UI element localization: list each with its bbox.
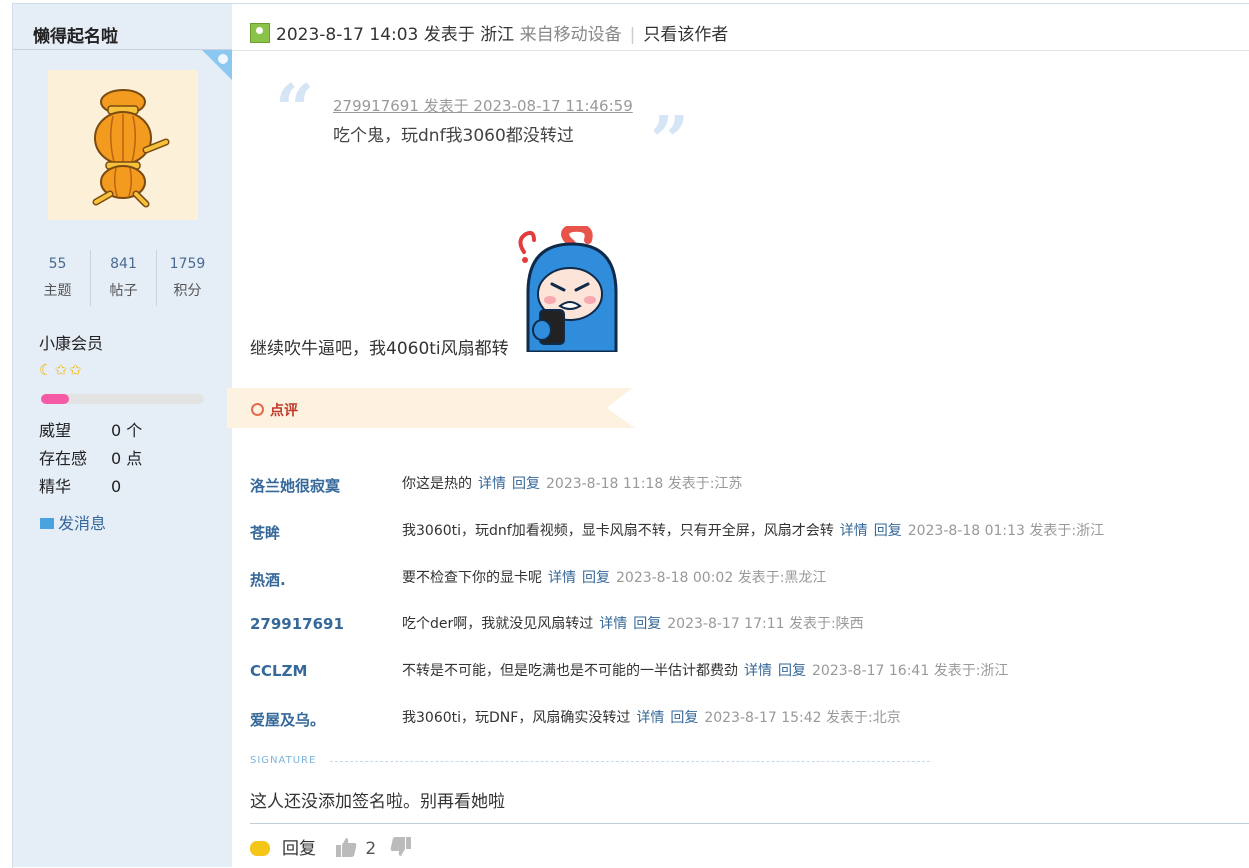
info-key: 精华: [39, 477, 72, 496]
sticker-image: [512, 226, 630, 352]
reply-label: 回复: [282, 839, 316, 859]
comment-body: 吃个der啊，我就没见风扇转过 详情 回复 2023-8-17 17:11 发表于:陕…: [402, 613, 864, 633]
author-name[interactable]: 懒得起名啦: [33, 22, 118, 47]
stat-threads[interactable]: 55 主题: [25, 250, 90, 306]
member-rank[interactable]: 小康会员: [39, 330, 103, 354]
angry-phone-sticker-icon: [518, 226, 618, 352]
post-time: 2023-8-17 14:03 发表于 浙江: [276, 25, 515, 45]
stat-value: 55: [48, 256, 67, 272]
comment-detail-link[interactable]: 详情: [636, 710, 664, 726]
signature-divider: [330, 761, 930, 762]
pumpkin-mascot-icon: [92, 89, 170, 208]
comment-text: 要不检查下你的显卡呢: [402, 570, 542, 586]
stat-label: 帖子: [109, 283, 138, 299]
comment-body: 要不检查下你的显卡呢 详情 回复 2023-8-18 00:02 发表于:黑龙江: [402, 567, 826, 587]
info-value: 0: [111, 477, 122, 496]
send-message-label: 发消息: [58, 514, 107, 533]
stat-posts[interactable]: 841 帖子: [90, 250, 157, 306]
post-body-text: 继续吹牛逼吧，我4060ti风扇都转: [250, 339, 509, 359]
comment-user-link[interactable]: 爱屋及乌。: [250, 709, 325, 730]
stat-value: 841: [110, 256, 137, 272]
comment-reply-link[interactable]: 回复: [778, 663, 806, 679]
comment-body: 你这是热的 详情 回复 2023-8-18 11:18 发表于:江苏: [402, 473, 742, 493]
comment-text: 我3060ti，玩DNF，风扇确实没转过: [402, 710, 631, 726]
comment-detail-link[interactable]: 详情: [599, 616, 627, 632]
comment-detail-link[interactable]: 详情: [548, 570, 576, 586]
signature-text: 这人还没添加签名啦。别再看她啦: [250, 792, 505, 812]
comment-reply-link[interactable]: 回复: [670, 710, 698, 726]
info-value: 0 个: [111, 421, 143, 440]
comment-text: 吃个der啊，我就没见风扇转过: [402, 616, 594, 632]
thumb-up-icon: [336, 838, 357, 857]
comment-reply-link[interactable]: 回复: [512, 476, 540, 492]
info-prestige: 威望 0 个: [39, 417, 142, 441]
comment-text: 我3060ti，玩dnf加看视频，显卡风扇不转，只有开全屏，风扇才会转: [402, 523, 834, 539]
comment-body: 我3060ti，玩DNF，风扇确实没转过 详情 回复 2023-8-17 15:42 …: [402, 707, 901, 727]
comment-user-link[interactable]: CCLZM: [250, 662, 307, 680]
like-button[interactable]: [335, 836, 357, 863]
info-presence: 存在感 0 点: [39, 445, 142, 469]
comment-detail-link[interactable]: 详情: [744, 663, 772, 679]
comment-user-link[interactable]: 279917691: [250, 615, 344, 633]
reply-bubble-icon: [250, 841, 270, 856]
stat-label: 主题: [43, 283, 72, 299]
header-separator: |: [629, 25, 636, 45]
info-key: 存在感: [39, 449, 88, 468]
level-progress-bar: [41, 394, 204, 404]
comment-body: 我3060ti，玩dnf加看视频，显卡风扇不转，只有开全屏，风扇才会转 详情 回复 2…: [402, 520, 1104, 540]
puzzle-icon: [218, 54, 228, 64]
only-author-link[interactable]: 只看该作者: [643, 25, 728, 45]
review-circle-icon: [251, 403, 264, 416]
divider: [232, 50, 1249, 51]
comment-text: 你这是热的: [402, 476, 472, 492]
quote-meta-link[interactable]: 279917691 发表于 2023-08-17 11:46:59: [333, 95, 633, 116]
stat-value: 1759: [169, 256, 206, 272]
thumb-down-icon: [390, 837, 411, 856]
like-count: 2: [365, 839, 377, 859]
comment-meta: 2023-8-18 11:18 发表于:江苏: [546, 476, 743, 492]
rank-stars-icon: ☾✩✩: [39, 361, 84, 379]
user-online-icon: [250, 23, 270, 43]
comment-meta: 2023-8-17 15:42 发表于:北京: [704, 710, 901, 726]
quote-text: 吃个鬼，玩dnf我3060都没转过: [333, 126, 574, 146]
author-stats: 55 主题 841 帖子 1759 积分: [25, 250, 220, 306]
stat-points[interactable]: 1759 积分: [155, 250, 220, 306]
comment-user-link[interactable]: 洛兰她很寂寞: [250, 475, 340, 496]
comment-user-link[interactable]: 热酒.: [250, 569, 286, 590]
avatar[interactable]: [48, 70, 198, 220]
post-actions: 回复 2: [250, 834, 420, 863]
post-header: 2023-8-17 14:03 发表于 浙江 来自移动设备 | 只看该作者: [250, 20, 728, 45]
level-progress-fill: [41, 394, 69, 404]
comment-meta: 2023-8-17 17:11 发表于:陕西: [667, 616, 864, 632]
info-digest: 精华 0: [39, 473, 121, 497]
stat-label: 积分: [173, 283, 202, 299]
comment-detail-link[interactable]: 详情: [478, 476, 506, 492]
reply-button[interactable]: 回复: [250, 839, 316, 859]
dislike-button[interactable]: [390, 836, 412, 863]
review-header: 点评: [251, 400, 298, 420]
envelope-icon: [40, 518, 54, 529]
comment-user-link[interactable]: 苍眸: [250, 522, 280, 543]
divider: [250, 823, 1249, 824]
comment-meta: 2023-8-18 00:02 发表于:黑龙江: [616, 570, 827, 586]
send-message-link[interactable]: 发消息: [40, 510, 106, 534]
post-source: 来自移动设备: [519, 25, 622, 45]
online-corner-badge: [202, 50, 232, 80]
comment-reply-link[interactable]: 回复: [582, 570, 610, 586]
comment-text: 不转是不可能，但是吃满也是不可能的一半估计都费劲: [402, 663, 738, 679]
quote-close-icon: ”: [650, 102, 690, 182]
info-key: 威望: [39, 421, 72, 440]
comment-body: 不转是不可能，但是吃满也是不可能的一半估计都费劲 详情 回复 2023-8-17 16…: [402, 660, 1008, 680]
author-sidebar: 懒得起名啦 55 主题 841 帖子 1759 积分 小康会员 ☾✩✩ 威望 0…: [13, 4, 232, 867]
quote-open-icon: “: [275, 70, 315, 150]
comment-meta: 2023-8-17 16:41 发表于:浙江: [812, 663, 1009, 679]
review-label: 点评: [270, 403, 298, 419]
info-value: 0 点: [111, 449, 143, 468]
signature-label: SIGNATURE: [250, 755, 317, 766]
comment-reply-link[interactable]: 回复: [874, 523, 902, 539]
divider: [13, 49, 232, 50]
comment-reply-link[interactable]: 回复: [633, 616, 661, 632]
comment-meta: 2023-8-18 01:13 发表于:浙江: [907, 523, 1105, 539]
comment-detail-link[interactable]: 详情: [840, 523, 868, 539]
